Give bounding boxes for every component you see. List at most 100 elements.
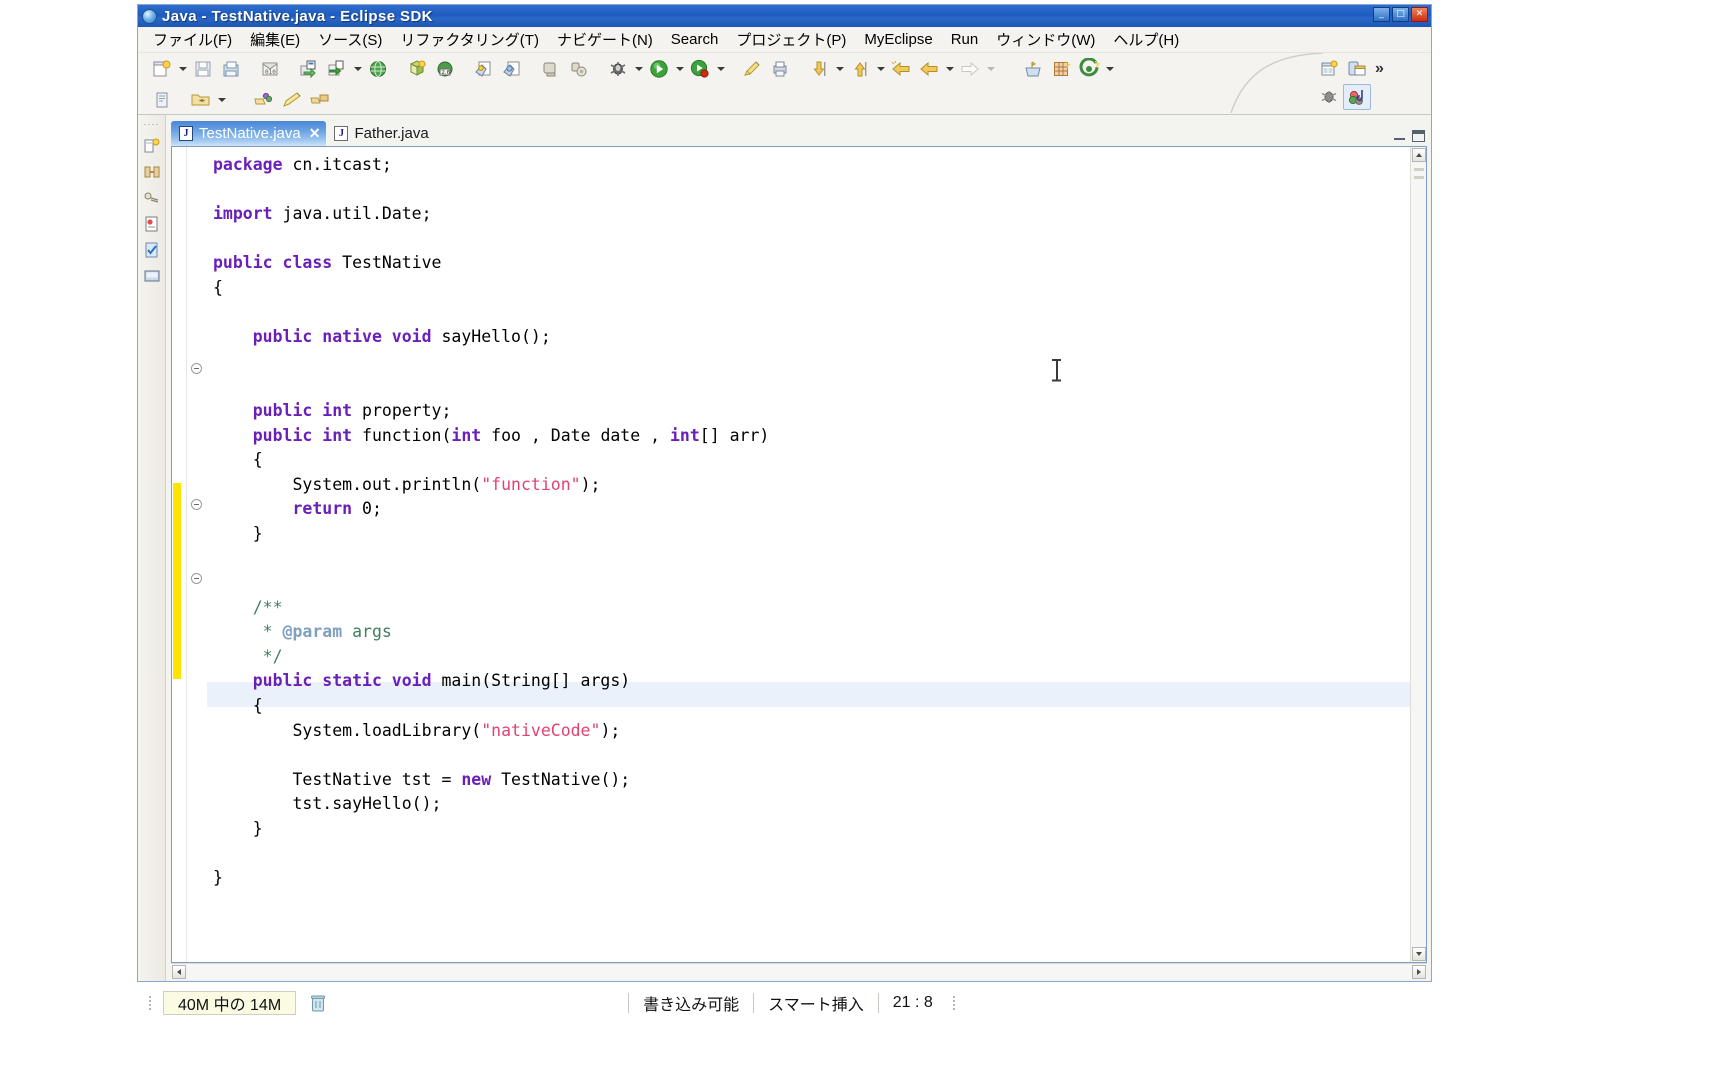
prev-annotation-dropdown[interactable]: [874, 56, 887, 82]
forward-icon[interactable]: [956, 56, 984, 82]
window-controls: _ □ ✕: [1373, 7, 1428, 22]
source-code[interactable]: package cn.itcast; import java.util.Date…: [207, 147, 1410, 891]
target-dropdown[interactable]: [1103, 56, 1116, 82]
menu-project[interactable]: プロジェクト(P): [727, 28, 855, 51]
scroll-left-button[interactable]: [172, 964, 186, 979]
trash-icon[interactable]: [308, 992, 328, 1014]
close-button[interactable]: ✕: [1411, 7, 1428, 22]
editor-vertical-scrollbar[interactable]: [1410, 147, 1426, 962]
toggle-mark-icon[interactable]: [250, 87, 278, 113]
editor-view-buttons: [1393, 130, 1425, 142]
editor-tabstrip: J TestNative.java ✕ J Father.java: [171, 118, 1427, 146]
text-cursor: [1052, 359, 1061, 381]
console-icon[interactable]: [141, 263, 163, 289]
debug-dropdown[interactable]: [632, 56, 645, 82]
close-icon[interactable]: ✕: [309, 125, 321, 142]
export-icon[interactable]: [295, 56, 323, 82]
open-perspective-icon[interactable]: [1343, 56, 1371, 82]
menu-file[interactable]: ファイル(F): [144, 28, 241, 51]
toolbar-overflow-button[interactable]: »: [1375, 60, 1384, 78]
debug-icon[interactable]: [604, 56, 632, 82]
forward-dropdown[interactable]: [984, 56, 997, 82]
minimize-button[interactable]: _: [1373, 7, 1390, 22]
code-editor[interactable]: package cn.itcast; import java.util.Date…: [171, 146, 1427, 963]
profile-icon[interactable]: [686, 56, 714, 82]
open-task-icon[interactable]: [498, 56, 526, 82]
heap-status[interactable]: 40M 中の 14M: [163, 991, 297, 1015]
open-folder-dropdown[interactable]: [215, 87, 228, 113]
deploy-dropdown[interactable]: [351, 56, 364, 82]
run-dropdown[interactable]: [673, 56, 686, 82]
tab-testnative-java[interactable]: J TestNative.java ✕: [171, 121, 327, 146]
new-perspective-icon[interactable]: [1315, 56, 1343, 82]
menu-source[interactable]: ソース(S): [309, 28, 391, 51]
build-icon[interactable]: [537, 56, 565, 82]
back-dropdown-icon[interactable]: [915, 56, 943, 82]
target-icon[interactable]: [1075, 56, 1103, 82]
browser-icon[interactable]: [364, 56, 392, 82]
menu-refactor[interactable]: リファクタリング(T): [391, 28, 548, 51]
deploy-icon[interactable]: [323, 56, 351, 82]
code-viewport[interactable]: package cn.itcast; import java.util.Date…: [207, 147, 1410, 962]
tab-father-java[interactable]: J Father.java: [326, 121, 438, 146]
debug-perspective-icon[interactable]: [1315, 84, 1343, 110]
tab-label: Father.java: [354, 125, 429, 142]
cursor-position-status: 21 : 8: [892, 994, 933, 1011]
perspective-cluster: »: [1315, 55, 1425, 113]
overview-ruler[interactable]: [1412, 162, 1426, 947]
toolbar-separator: [228, 87, 239, 113]
scroll-up-button[interactable]: [1411, 148, 1426, 162]
problems-icon[interactable]: [141, 211, 163, 237]
fold-marker: [191, 573, 202, 584]
build-all-icon[interactable]: [565, 56, 593, 82]
menu-run[interactable]: Run: [942, 30, 988, 49]
fast-view-grip[interactable]: ····: [144, 119, 160, 133]
open-task-dialog-icon[interactable]: [1019, 56, 1047, 82]
print-preview-icon[interactable]: [766, 56, 794, 82]
save-icon[interactable]: [189, 56, 217, 82]
open-folder-icon[interactable]: [187, 87, 215, 113]
new-wizard-icon[interactable]: [148, 56, 176, 82]
status-grip-right: [947, 996, 961, 1010]
menu-navigate[interactable]: ナビゲート(N): [548, 28, 662, 51]
maximize-button[interactable]: □: [1392, 7, 1409, 22]
profile-dropdown[interactable]: [714, 56, 727, 82]
minimize-view-icon[interactable]: [1393, 130, 1406, 142]
back-icon[interactable]: [887, 56, 915, 82]
status-divider: [628, 993, 630, 1013]
next-annotation-icon[interactable]: [805, 56, 833, 82]
new-project-icon[interactable]: [403, 56, 431, 82]
next-annotation-dropdown[interactable]: [833, 56, 846, 82]
java-file-icon: J: [179, 126, 193, 141]
search-grid-icon[interactable]: [1047, 56, 1075, 82]
outline-icon[interactable]: [141, 159, 163, 185]
external-tools-icon[interactable]: [738, 56, 766, 82]
menu-help[interactable]: ヘルプ(H): [1104, 28, 1188, 51]
package-explorer-icon[interactable]: [141, 133, 163, 159]
web-project-icon[interactable]: 2.6: [431, 56, 459, 82]
toolbar-separator: [526, 56, 537, 82]
open-type-icon[interactable]: [470, 56, 498, 82]
pencil-icon[interactable]: [278, 87, 306, 113]
java-perspective-icon[interactable]: [1343, 84, 1371, 110]
new-wizard-dropdown[interactable]: [176, 56, 189, 82]
back-dropdown[interactable]: [943, 56, 956, 82]
scroll-down-button[interactable]: [1411, 947, 1426, 961]
tasks-icon[interactable]: [141, 237, 163, 263]
maximize-view-icon[interactable]: [1412, 130, 1425, 142]
editor-horizontal-scrollbar[interactable]: [171, 963, 1427, 979]
menu-search[interactable]: Search: [662, 30, 728, 49]
save-all-icon[interactable]: [217, 56, 245, 82]
package-icon[interactable]: [306, 87, 334, 113]
status-bar: 40M 中の 14M 書き込み可能 スマート挿入 21 : 8: [137, 988, 1432, 1018]
prev-annotation-icon[interactable]: [846, 56, 874, 82]
menu-myeclipse[interactable]: MyEclipse: [855, 30, 941, 49]
properties-icon[interactable]: [148, 87, 176, 113]
run-icon[interactable]: [645, 56, 673, 82]
folding-ruler[interactable]: [173, 147, 207, 962]
print-icon[interactable]: 010: [256, 56, 284, 82]
menu-window[interactable]: ウィンドウ(W): [987, 28, 1104, 51]
scroll-right-button[interactable]: [1412, 964, 1426, 979]
hierarchy-icon[interactable]: [141, 185, 163, 211]
menu-edit[interactable]: 編集(E): [241, 28, 309, 51]
